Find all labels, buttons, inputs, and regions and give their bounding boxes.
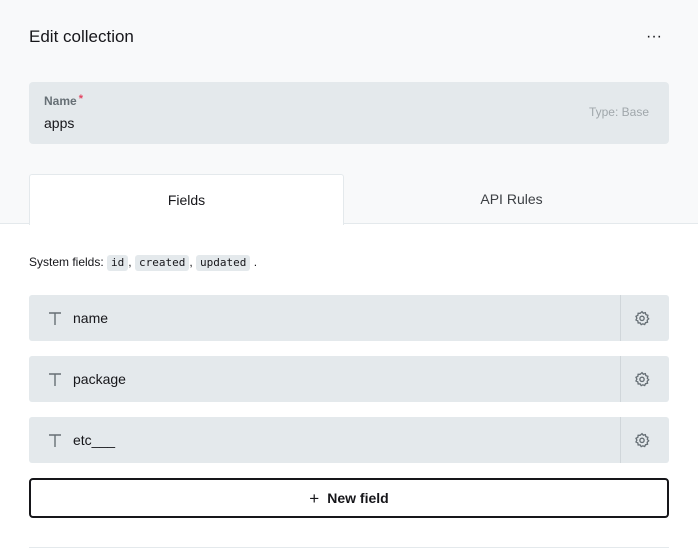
end-mark: . [253,255,258,269]
new-field-label: New field [327,490,389,506]
divider [620,356,621,402]
header-panel: Edit collection ··· Name* Type: Base Fie… [0,0,698,225]
field-name-input[interactable] [73,310,573,326]
name-label-text: Name [44,94,77,108]
gear-icon[interactable] [634,310,650,326]
text-type-icon [46,369,64,389]
divider [620,295,621,341]
page-title: Edit collection [29,27,134,46]
system-field-id: id [107,255,129,271]
separator: , [128,255,132,269]
divider [620,417,621,463]
system-field-updated: updated [196,255,251,271]
name-label: Name * [44,93,83,108]
collection-name-input[interactable] [44,115,544,131]
text-type-icon [46,430,64,450]
field-row-package [29,356,669,402]
field-name-input[interactable] [73,371,573,387]
gear-icon[interactable] [634,371,650,387]
system-fields-note: System fields: id, created, updated . [29,254,257,271]
required-mark: * [78,93,83,105]
system-fields-prefix: System fields: [29,255,104,269]
field-name-input[interactable] [73,432,573,448]
text-type-icon [46,308,64,328]
more-options-button[interactable]: ··· [640,24,668,50]
divider [29,547,669,548]
tab-fields[interactable]: Fields [29,174,344,225]
field-row-name [29,295,669,341]
collection-type-label: Type: Base [588,105,649,119]
new-field-button[interactable]: + New field [29,478,669,518]
collection-name-field[interactable]: Name* Type: Base [29,82,669,144]
separator: , [189,255,193,269]
plus-icon: + [309,489,320,508]
system-field-created: created [134,255,190,271]
gear-icon[interactable] [634,432,650,448]
tab-api-rules[interactable]: API Rules [354,174,669,224]
field-row-etc [29,417,669,463]
